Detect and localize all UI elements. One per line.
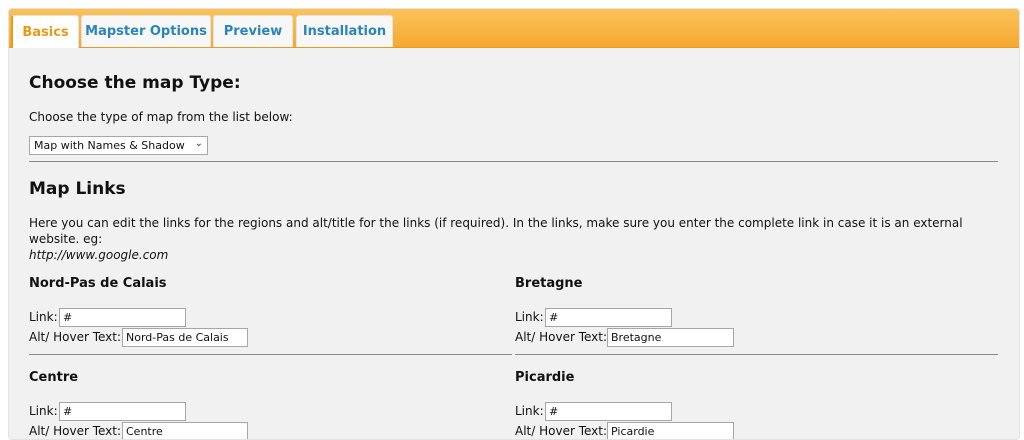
link-label: Link: (515, 404, 544, 418)
tab-preview[interactable]: Preview (213, 15, 293, 47)
region-name: Centre (29, 370, 79, 385)
map-type-selected-value: Map with Names & Shadow (34, 139, 185, 152)
chevron-down-icon: ⌄ (194, 138, 203, 149)
map-type-instruction: Choose the type of map from the list bel… (29, 110, 293, 124)
region-link-input[interactable] (545, 308, 672, 327)
alt-label: Alt/ Hover Text: (515, 330, 608, 344)
map-type-heading: Choose the map Type: (29, 73, 241, 93)
map-links-description: Here you can edit the links for the regi… (29, 215, 989, 263)
tab-mapster-options[interactable]: Mapster Options (81, 15, 211, 47)
tab-bar: Basics Mapster Options Preview Installat… (9, 9, 1019, 48)
tab-installation[interactable]: Installation (296, 15, 393, 47)
link-label: Link: (29, 310, 58, 324)
region-name: Picardie (515, 370, 575, 385)
region-link-input[interactable] (59, 308, 186, 327)
example-url: http://www.google.com (29, 248, 169, 262)
tab-basics[interactable]: Basics (11, 15, 79, 48)
region-name: Bretagne (515, 276, 583, 291)
region-alt-input[interactable] (607, 328, 734, 347)
settings-panel: Basics Mapster Options Preview Installat… (8, 8, 1020, 440)
region-name: Nord-Pas de Calais (29, 276, 167, 291)
alt-label: Alt/ Hover Text: (29, 330, 122, 344)
region-alt-input[interactable] (607, 422, 734, 439)
map-type-select[interactable]: Map with Names & Shadow ⌄ (29, 136, 208, 155)
divider (29, 354, 512, 355)
divider (515, 354, 998, 355)
link-label: Link: (515, 310, 544, 324)
divider (29, 161, 998, 162)
region-link-input[interactable] (545, 402, 672, 421)
map-links-description-text: Here you can edit the links for the regi… (29, 216, 963, 246)
region-alt-input[interactable] (122, 328, 248, 347)
region-alt-input[interactable] (122, 422, 248, 439)
link-label: Link: (29, 404, 58, 418)
map-links-heading: Map Links (29, 179, 126, 199)
region-link-input[interactable] (59, 402, 186, 421)
